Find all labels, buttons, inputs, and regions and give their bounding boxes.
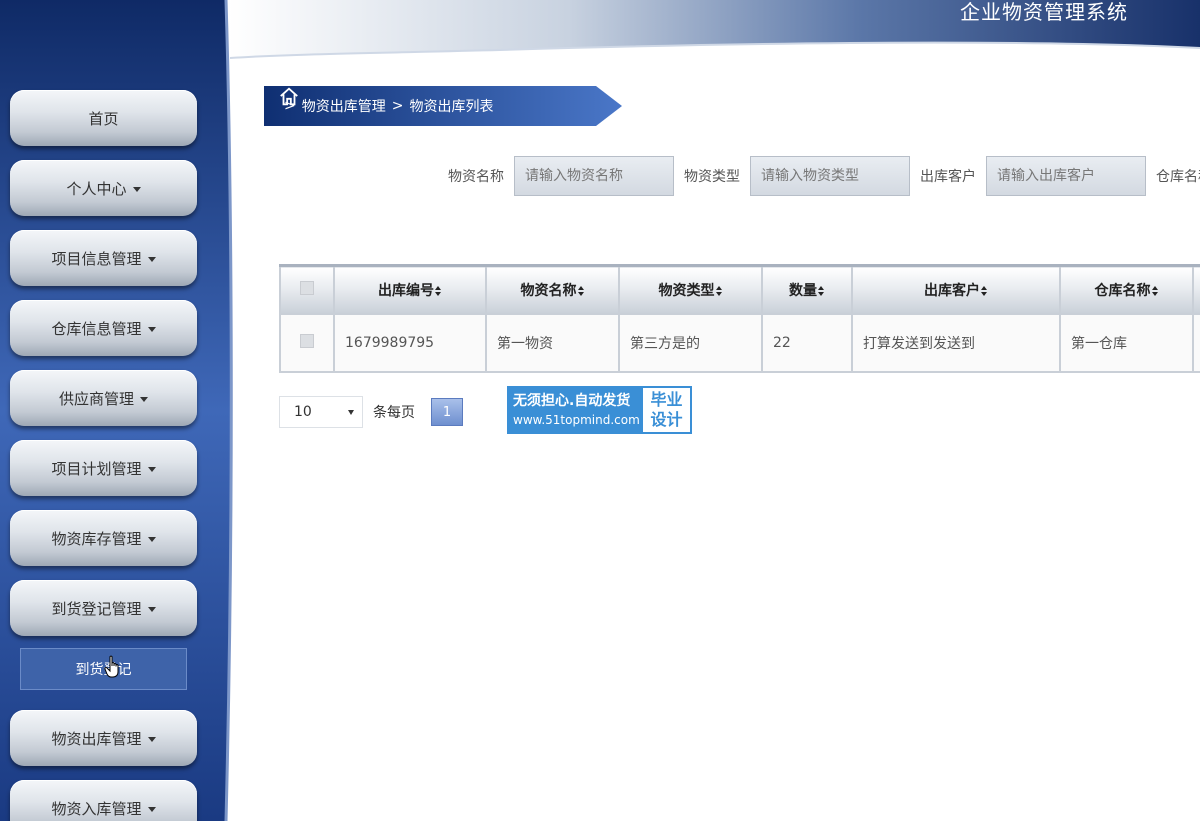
watermark-logo: 毕业 设计	[643, 388, 690, 432]
table-header-row: 出库编号 物资名称 物资类型 数量 出库客户 仓库名称	[279, 264, 1200, 315]
nav-material-stock-label: 物资库存管理	[51, 529, 142, 548]
caret-down-icon	[147, 736, 156, 742]
watermark-url: www.51topmind.com	[513, 413, 640, 427]
table-cell: 打算发送到发送到	[851, 312, 1061, 373]
sort-icon[interactable]	[715, 285, 723, 296]
sort-icon[interactable]	[818, 285, 825, 296]
table-cell: 第一仓库	[1059, 312, 1194, 373]
nav-material-inbound-label: 物资入库管理	[51, 799, 142, 818]
dropdown-arrow-icon	[348, 409, 354, 415]
sort-icon[interactable]	[1151, 285, 1159, 296]
caret-down-icon	[147, 536, 156, 542]
nav-personal-center[interactable]: 个人中心	[10, 160, 197, 216]
nav-warehouse-info[interactable]: 仓库信息管理	[10, 300, 197, 356]
page-size-value: 10	[294, 404, 312, 420]
column-header-outbound-no[interactable]: 出库编号	[333, 264, 487, 315]
page-size-select[interactable]: 10	[279, 396, 363, 428]
breadcrumb: > 物资出库管理 > 物资出库列表	[264, 86, 624, 126]
outbound-table: 出库编号 物资名称 物资类型 数量 出库客户 仓库名称 1679989795 第…	[279, 264, 1200, 373]
material-type-input[interactable]	[750, 156, 910, 196]
table-cell: 第一物资	[485, 312, 620, 373]
nav-arrival-registration[interactable]: 到货登记管理	[10, 580, 197, 636]
column-header-overflow	[1192, 264, 1200, 315]
pagination: 10 条每页 1	[279, 396, 463, 428]
per-page-label: 条每页	[373, 405, 415, 421]
column-header-material-name[interactable]: 物资名称	[485, 264, 620, 315]
caret-down-icon	[147, 256, 156, 262]
select-all-cell	[279, 264, 335, 315]
column-header-label: 物资类型	[658, 282, 715, 299]
sort-icon[interactable]	[577, 285, 585, 296]
nav-warehouse-info-label: 仓库信息管理	[51, 319, 142, 338]
nav-material-inbound[interactable]: 物资入库管理	[10, 780, 197, 821]
nav-project-info-label: 项目信息管理	[51, 249, 142, 268]
watermark-slogan: 无须担心.自动发货	[513, 393, 631, 409]
column-header-label: 数量	[789, 282, 817, 299]
column-header-label: 出库编号	[378, 282, 434, 299]
column-header-material-type[interactable]: 物资类型	[618, 264, 763, 315]
breadcrumb-separator: >	[391, 98, 404, 114]
caret-down-icon	[147, 806, 156, 812]
material-type-label: 物资类型	[684, 169, 740, 185]
breadcrumb-item-outbound-management[interactable]: 物资出库管理	[302, 96, 386, 116]
page-number-button[interactable]: 1	[431, 398, 463, 426]
nav-material-outbound-label: 物资出库管理	[51, 729, 142, 748]
nav-material-stock[interactable]: 物资库存管理	[10, 510, 197, 566]
column-header-label: 出库客户	[924, 282, 980, 299]
table-cell: 1679989795	[333, 312, 487, 373]
caret-down-icon	[140, 396, 148, 402]
table-cell: 第三方是的	[618, 312, 763, 373]
watermark-logo-line1: 毕业	[650, 390, 683, 409]
table-cell	[1192, 312, 1200, 373]
nav-project-info[interactable]: 项目信息管理	[10, 230, 197, 286]
nav-material-outbound[interactable]: 物资出库管理	[10, 710, 197, 766]
nav-project-plan-label: 项目计划管理	[51, 459, 142, 478]
column-header-label: 仓库名称	[1094, 282, 1151, 299]
column-header-warehouse-name[interactable]: 仓库名称	[1059, 264, 1194, 315]
row-select-cell	[279, 312, 335, 373]
nav-home-label: 首页	[88, 109, 119, 128]
nav-supplier[interactable]: 供应商管理	[10, 370, 197, 426]
nav-home[interactable]: 首页	[10, 90, 197, 146]
search-bar: 物资名称 物资类型 出库客户 仓库名称	[448, 156, 1200, 196]
outbound-table-container: 出库编号 物资名称 物资类型 数量 出库客户 仓库名称 1679989795 第…	[279, 264, 1200, 373]
select-all-checkbox[interactable]	[300, 280, 314, 295]
breadcrumb-item-outbound-list: 物资出库列表	[409, 99, 494, 115]
caret-down-icon	[132, 186, 141, 192]
material-name-input[interactable]	[514, 156, 674, 196]
outbound-customer-input[interactable]	[986, 156, 1146, 196]
caret-down-icon	[147, 606, 156, 612]
table-row[interactable]: 1679989795 第一物资 第三方是的 22 打算发送到发送到 第一仓库	[279, 312, 1200, 373]
warehouse-name-label: 仓库名称	[1156, 169, 1200, 185]
caret-down-icon	[147, 466, 156, 472]
nav-project-plan[interactable]: 项目计划管理	[10, 440, 197, 496]
nav-arrival-registration-label: 到货登记管理	[51, 599, 142, 618]
column-header-outbound-customer[interactable]: 出库客户	[851, 264, 1061, 315]
sort-icon[interactable]	[981, 285, 988, 296]
app-title: 企业物资管理系统	[960, 0, 1128, 24]
watermark-logo-line2: 设计	[650, 410, 683, 429]
caret-down-icon	[147, 326, 156, 332]
watermark-badge: 无须担心.自动发货 www.51topmind.com 毕业 设计	[507, 386, 692, 434]
home-icon[interactable]	[278, 86, 300, 108]
table-cell: 22	[761, 312, 853, 373]
nav-personal-center-label: 个人中心	[66, 179, 127, 198]
column-header-label: 物资名称	[520, 282, 577, 299]
material-name-label: 物资名称	[448, 169, 504, 185]
nav-supplier-label: 供应商管理	[58, 389, 134, 408]
hand-cursor-icon	[104, 655, 119, 678]
sort-icon[interactable]	[435, 285, 442, 296]
column-header-quantity[interactable]: 数量	[761, 264, 853, 315]
row-checkbox[interactable]	[300, 333, 314, 348]
sidebar: 首页 个人中心 项目信息管理 仓库信息管理 供应商管理 项目计划管理 物资库存管…	[0, 0, 234, 821]
outbound-customer-label: 出库客户	[920, 169, 976, 185]
